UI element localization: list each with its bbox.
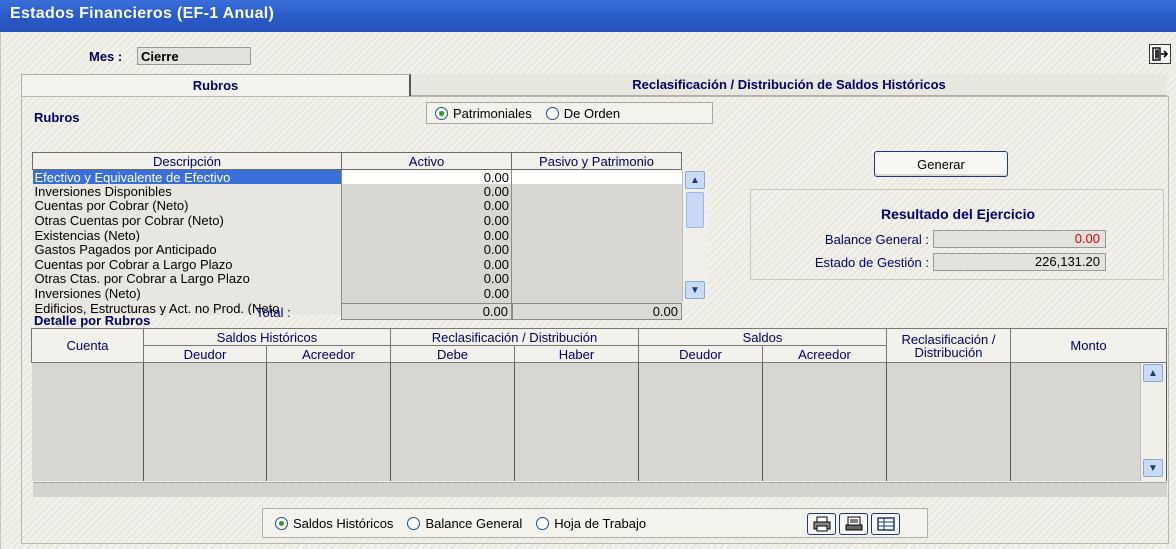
column-cuenta[interactable]: Cuenta — [31, 328, 144, 363]
exit-button[interactable] — [1149, 44, 1171, 64]
group-saldos-historicos: Saldos Históricos — [143, 328, 391, 346]
radio-hoja-de-trabajo[interactable]: Hoja de Trabajo — [536, 516, 646, 531]
total-label: Total : — [256, 305, 291, 320]
balance-general-label: Balance General : — [824, 232, 929, 247]
exit-door-icon — [1152, 47, 1168, 61]
cell-activo[interactable]: 0.00 — [341, 169, 512, 185]
cell-pasivo[interactable] — [511, 227, 682, 243]
cell-descripcion[interactable]: Otras Cuentas por Cobrar (Neto) — [32, 213, 342, 228]
table-row[interactable]: Cuentas por Cobrar a Largo Plazo 0.00 — [32, 257, 682, 272]
cell-activo[interactable]: 0.00 — [341, 271, 512, 287]
cell-activo[interactable]: 0.00 — [341, 184, 512, 199]
rubros-filter-group: Patrimoniales De Orden — [426, 102, 713, 124]
table-row[interactable]: Inversiones (Neto) 0.00 — [32, 286, 682, 301]
cell-activo[interactable]: 0.00 — [341, 257, 512, 272]
print-button[interactable] — [807, 513, 836, 535]
column-activo[interactable]: Activo — [341, 152, 512, 170]
print-preview-icon — [845, 516, 862, 531]
column-s-deudor[interactable]: Deudor — [638, 345, 763, 363]
column-sh-deudor[interactable]: Deudor — [143, 345, 267, 363]
column-descripcion[interactable]: Descripción — [32, 152, 342, 170]
detalle-table: Cuenta Saldos Históricos Reclasificación… — [31, 328, 1167, 481]
cell-activo[interactable]: 0.00 — [341, 242, 512, 258]
rubros-title: Rubros — [34, 110, 80, 125]
spreadsheet-button[interactable] — [871, 513, 900, 535]
cell-descripcion[interactable]: Otras Ctas. por Cobrar a Largo Plazo — [32, 271, 342, 287]
cell-pasivo[interactable] — [511, 242, 682, 258]
column-reclasificacion-distribucion[interactable]: Reclasificación / Distribución — [886, 328, 1011, 363]
cell-pasivo[interactable] — [511, 184, 682, 199]
cell-pasivo[interactable] — [511, 286, 682, 301]
scroll-thumb[interactable] — [686, 192, 704, 228]
table-row[interactable]: Otras Cuentas por Cobrar (Neto) 0.00 — [32, 213, 682, 228]
cell-activo[interactable]: 0.00 — [341, 198, 512, 214]
detalle-horizontal-scrollbar[interactable] — [33, 482, 1167, 497]
cell-pasivo[interactable] — [511, 213, 682, 228]
total-pasivo: 0.00 — [512, 303, 682, 320]
table-row[interactable]: Gastos Pagados por Anticipado 0.00 — [32, 242, 682, 258]
column-pasivo[interactable]: Pasivo y Patrimonio — [511, 152, 682, 170]
cell-activo[interactable]: 0.00 — [341, 286, 512, 301]
radio-patrimoniales[interactable]: Patrimoniales — [435, 106, 532, 121]
column-monto[interactable]: Monto — [1010, 328, 1167, 363]
cell-pasivo[interactable] — [511, 198, 682, 214]
column-haber[interactable]: Haber — [514, 345, 639, 363]
table-row[interactable]: Otras Ctas. por Cobrar a Largo Plazo 0.00 — [32, 271, 682, 287]
table-row[interactable]: Cuentas por Cobrar (Neto) 0.00 — [32, 198, 682, 214]
cell-descripcion[interactable]: Gastos Pagados por Anticipado — [32, 242, 342, 258]
rubros-table: Descripción Activo Pasivo y Patrimonio E… — [32, 152, 682, 316]
radio-selected-icon — [435, 106, 448, 120]
mes-label: Mes : — [89, 49, 123, 64]
radio-unselected-icon — [536, 517, 550, 530]
table-row[interactable]: Existencias (Neto) 0.00 — [32, 227, 682, 243]
scroll-down-icon[interactable]: ▼ — [685, 281, 705, 299]
print-preview-button[interactable] — [839, 513, 868, 535]
group-saldos: Saldos — [638, 328, 887, 346]
resultado-panel: Resultado del Ejercicio Balance General … — [750, 189, 1164, 280]
cell-descripcion[interactable]: Cuentas por Cobrar (Neto) — [32, 198, 342, 214]
cell-activo[interactable]: 0.00 — [341, 227, 512, 243]
cell-descripcion[interactable]: Existencias (Neto) — [32, 227, 342, 243]
column-s-acreedor[interactable]: Acreedor — [762, 345, 887, 363]
radio-selected-icon — [275, 517, 288, 530]
detalle-title: Detalle por Rubros — [34, 313, 151, 328]
radio-de-orden[interactable]: De Orden — [545, 106, 620, 121]
spreadsheet-icon — [876, 517, 895, 531]
tab-rubros[interactable]: Rubros — [21, 74, 411, 96]
cell-pasivo[interactable] — [511, 257, 682, 272]
radio-unselected-icon — [407, 517, 421, 530]
detalle-empty-row — [31, 362, 1167, 481]
scroll-down-icon[interactable]: ▼ — [1143, 459, 1163, 477]
cell-pasivo[interactable] — [511, 271, 682, 287]
report-options-bar: Saldos Históricos Balance General Hoja d… — [262, 508, 928, 538]
mes-field[interactable]: Cierre — [137, 47, 251, 65]
column-debe[interactable]: Debe — [390, 345, 515, 363]
cell-descripcion[interactable]: Inversiones (Neto) — [32, 286, 342, 301]
column-sh-acreedor[interactable]: Acreedor — [266, 345, 391, 363]
cell-descripcion[interactable]: Efectivo y Equivalente de Efectivo — [32, 169, 342, 185]
estado-gestion-label: Estado de Gestión : — [814, 255, 929, 270]
scroll-up-icon[interactable]: ▲ — [1143, 364, 1163, 382]
balance-general-value: 0.00 — [933, 230, 1106, 248]
cell-descripcion[interactable]: Cuentas por Cobrar a Largo Plazo — [32, 257, 342, 272]
table-row[interactable]: Efectivo y Equivalente de Efectivo 0.00 — [32, 169, 682, 185]
window-title: Estados Financieros (EF-1 Anual) — [0, 0, 1176, 32]
radio-balance-general[interactable]: Balance General — [407, 516, 522, 531]
total-activo: 0.00 — [341, 303, 512, 320]
group-reclasificacion: Reclasificación / Distribución — [390, 328, 639, 346]
scroll-up-icon[interactable]: ▲ — [685, 171, 705, 189]
print-icon — [813, 516, 830, 532]
generar-button[interactable]: Generar — [874, 151, 1008, 177]
estado-gestion-value: 226,131.20 — [933, 253, 1106, 271]
table-row[interactable]: Inversiones Disponibles 0.00 — [32, 184, 682, 199]
detalle-scrollbar[interactable]: ▲ ▼ — [1140, 363, 1166, 481]
cell-pasivo[interactable] — [511, 169, 682, 185]
resultado-title: Resultado del Ejercicio — [880, 206, 1036, 222]
radio-saldos-historicos[interactable]: Saldos Históricos — [275, 516, 393, 531]
rubros-scrollbar[interactable]: ▲ ▼ — [682, 170, 708, 301]
radio-unselected-icon — [545, 106, 559, 120]
cell-activo[interactable]: 0.00 — [341, 213, 512, 228]
tab-reclasificacion[interactable]: Reclasificación / Distribución de Saldos… — [411, 74, 1167, 96]
cell-descripcion[interactable]: Inversiones Disponibles — [32, 184, 342, 199]
